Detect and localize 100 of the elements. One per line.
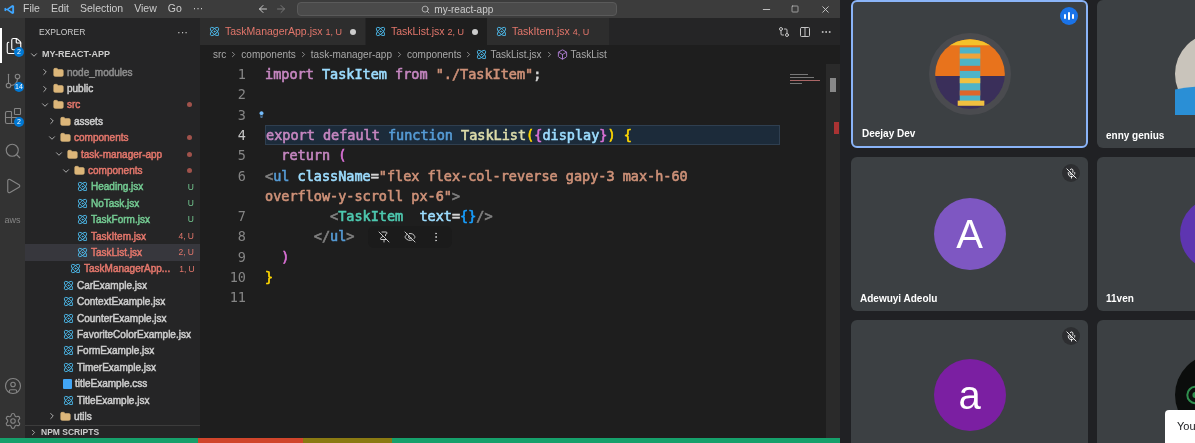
tree-item[interactable]: components (25, 129, 200, 146)
logo-icon (4, 3, 15, 15)
tree-item[interactable]: NoTask.jsx U (25, 195, 200, 212)
tree-item[interactable]: Heading.jsx U (25, 178, 200, 196)
menu-item[interactable]: ··· (192, 1, 204, 17)
folder-icon (67, 148, 78, 160)
pin-off-icon[interactable] (378, 230, 391, 243)
atom-icon (77, 214, 88, 226)
files-icon (4, 36, 23, 55)
tree-item[interactable]: TaskManagerApp... 1, U (25, 260, 200, 278)
menu-item[interactable]: Selection (80, 1, 124, 17)
search-field[interactable]: my-react-app (297, 2, 618, 16)
tree-item[interactable]: titleExample.css (25, 375, 200, 392)
avatar: a (933, 359, 1006, 431)
tree-item[interactable]: TitleExample.jsx (25, 391, 200, 409)
line-number: 7 (236, 207, 246, 227)
menu-item[interactable]: View (134, 1, 157, 17)
line-number: 1 (236, 65, 246, 84)
menu-item[interactable]: File (23, 1, 40, 17)
tree-item[interactable]: CarExample.jsx (25, 277, 200, 294)
line-number: 8 (236, 227, 246, 247)
tree-item[interactable]: src (25, 96, 200, 114)
tree-item[interactable]: node_modules (25, 64, 200, 81)
breadcrumb[interactable]: components (241, 47, 296, 62)
cube-icon (556, 49, 568, 60)
folder-icon (74, 165, 85, 177)
line-number: 6 (236, 166, 246, 186)
breadcrumb[interactable]: TaskList (556, 47, 607, 62)
participant-name: Adewuyi Adeolu (860, 292, 938, 306)
eye-off-icon[interactable] (404, 230, 417, 243)
line-number: 3 (236, 105, 246, 125)
atom-icon (63, 361, 74, 373)
activity-label[interactable]: aws (0, 203, 25, 238)
atom-icon (63, 328, 74, 340)
folder-icon (53, 83, 64, 95)
tree-item[interactable]: FormExample.jsx (25, 342, 200, 360)
atom-icon (476, 49, 488, 60)
line-number: 11 (228, 288, 246, 308)
tree-item[interactable]: ContextExample.jsx (25, 293, 200, 310)
code-line: </ul> (312, 227, 355, 247)
tree-item[interactable]: TaskForm.jsx U (25, 211, 200, 228)
close-icon[interactable] (820, 3, 831, 15)
atom-icon (374, 26, 386, 37)
tree-item[interactable]: assets (25, 113, 200, 130)
branch-icon (3, 71, 22, 90)
panel-title: EXPLORER (39, 25, 86, 39)
code-line: import TaskItem from "./TaskItem"; (265, 65, 542, 84)
tree-item[interactable]: FavoriteColorExample.jsx (25, 326, 200, 343)
split-editor-icon[interactable] (799, 25, 811, 38)
editor-tab[interactable]: TaskManagerApp.jsx 1, U (200, 18, 366, 45)
restore-icon[interactable] (791, 5, 799, 13)
atom-icon (496, 26, 508, 37)
code-line: } (265, 268, 274, 287)
editor-tab[interactable]: TaskItem.jsx 4, U (487, 18, 611, 45)
search-icon (421, 4, 431, 14)
chevron-right-icon (395, 50, 404, 59)
account-icon (3, 376, 22, 395)
code-line: <ul className="flex flex-col-reverse gapy-3 max-h-60 (265, 166, 688, 186)
line-number: 10 (228, 268, 246, 287)
atom-icon (209, 26, 220, 37)
atom-icon (77, 181, 88, 193)
line-number: 4 (236, 125, 246, 145)
folder-icon (60, 115, 71, 127)
menu-item[interactable]: Go (167, 1, 182, 17)
line-number: 2 (236, 85, 246, 105)
code-line: ) (280, 247, 290, 267)
line-number: 5 (236, 146, 246, 166)
compare-icon[interactable] (778, 25, 790, 38)
breadcrumb[interactable]: components (407, 47, 462, 62)
editor-tab[interactable]: TaskList.jsx 2, U (365, 18, 488, 45)
tree-item[interactable]: task-manager-app (25, 145, 200, 163)
participant-name: 11ven (1106, 292, 1134, 306)
tree-item[interactable]: public (25, 80, 200, 97)
toast-text: You (1177, 420, 1195, 432)
minimap (790, 74, 820, 84)
breadcrumb[interactable]: src (213, 47, 227, 62)
breadcrumb[interactable]: task-manager-app (310, 47, 392, 62)
atom-icon (63, 312, 74, 324)
participant-name: enny genius (1106, 129, 1165, 143)
search-icon (3, 141, 22, 160)
tree-root[interactable]: MY-REACT-APP (25, 46, 200, 64)
code-line: <TaskItem text={}/> (329, 207, 493, 227)
folder-icon (53, 66, 64, 78)
chevron-right-icon (29, 427, 38, 437)
tree-item[interactable]: TaskItem.jsx 4, U (25, 227, 200, 245)
tree-item[interactable]: TimerExample.jsx (25, 359, 200, 376)
atom-icon (70, 263, 81, 275)
tree-item[interactable]: utils (25, 408, 200, 425)
menu-item[interactable]: Edit (50, 1, 69, 17)
settings-icon (3, 411, 22, 430)
tree-item[interactable]: CounterExample.jsx (25, 309, 200, 327)
tree-item[interactable]: components (25, 162, 200, 179)
tree-item[interactable]: TaskList.jsx 2, U (25, 244, 200, 261)
line-number: 9 (236, 247, 246, 267)
code-line: return ( (280, 146, 347, 166)
more-actions[interactable]: ··· (177, 23, 188, 41)
back-arrow-icon[interactable] (257, 3, 270, 15)
breadcrumb[interactable]: TaskList.jsx (476, 47, 542, 62)
atom-icon (77, 247, 88, 258)
lightbulb-icon[interactable] (258, 109, 265, 121)
